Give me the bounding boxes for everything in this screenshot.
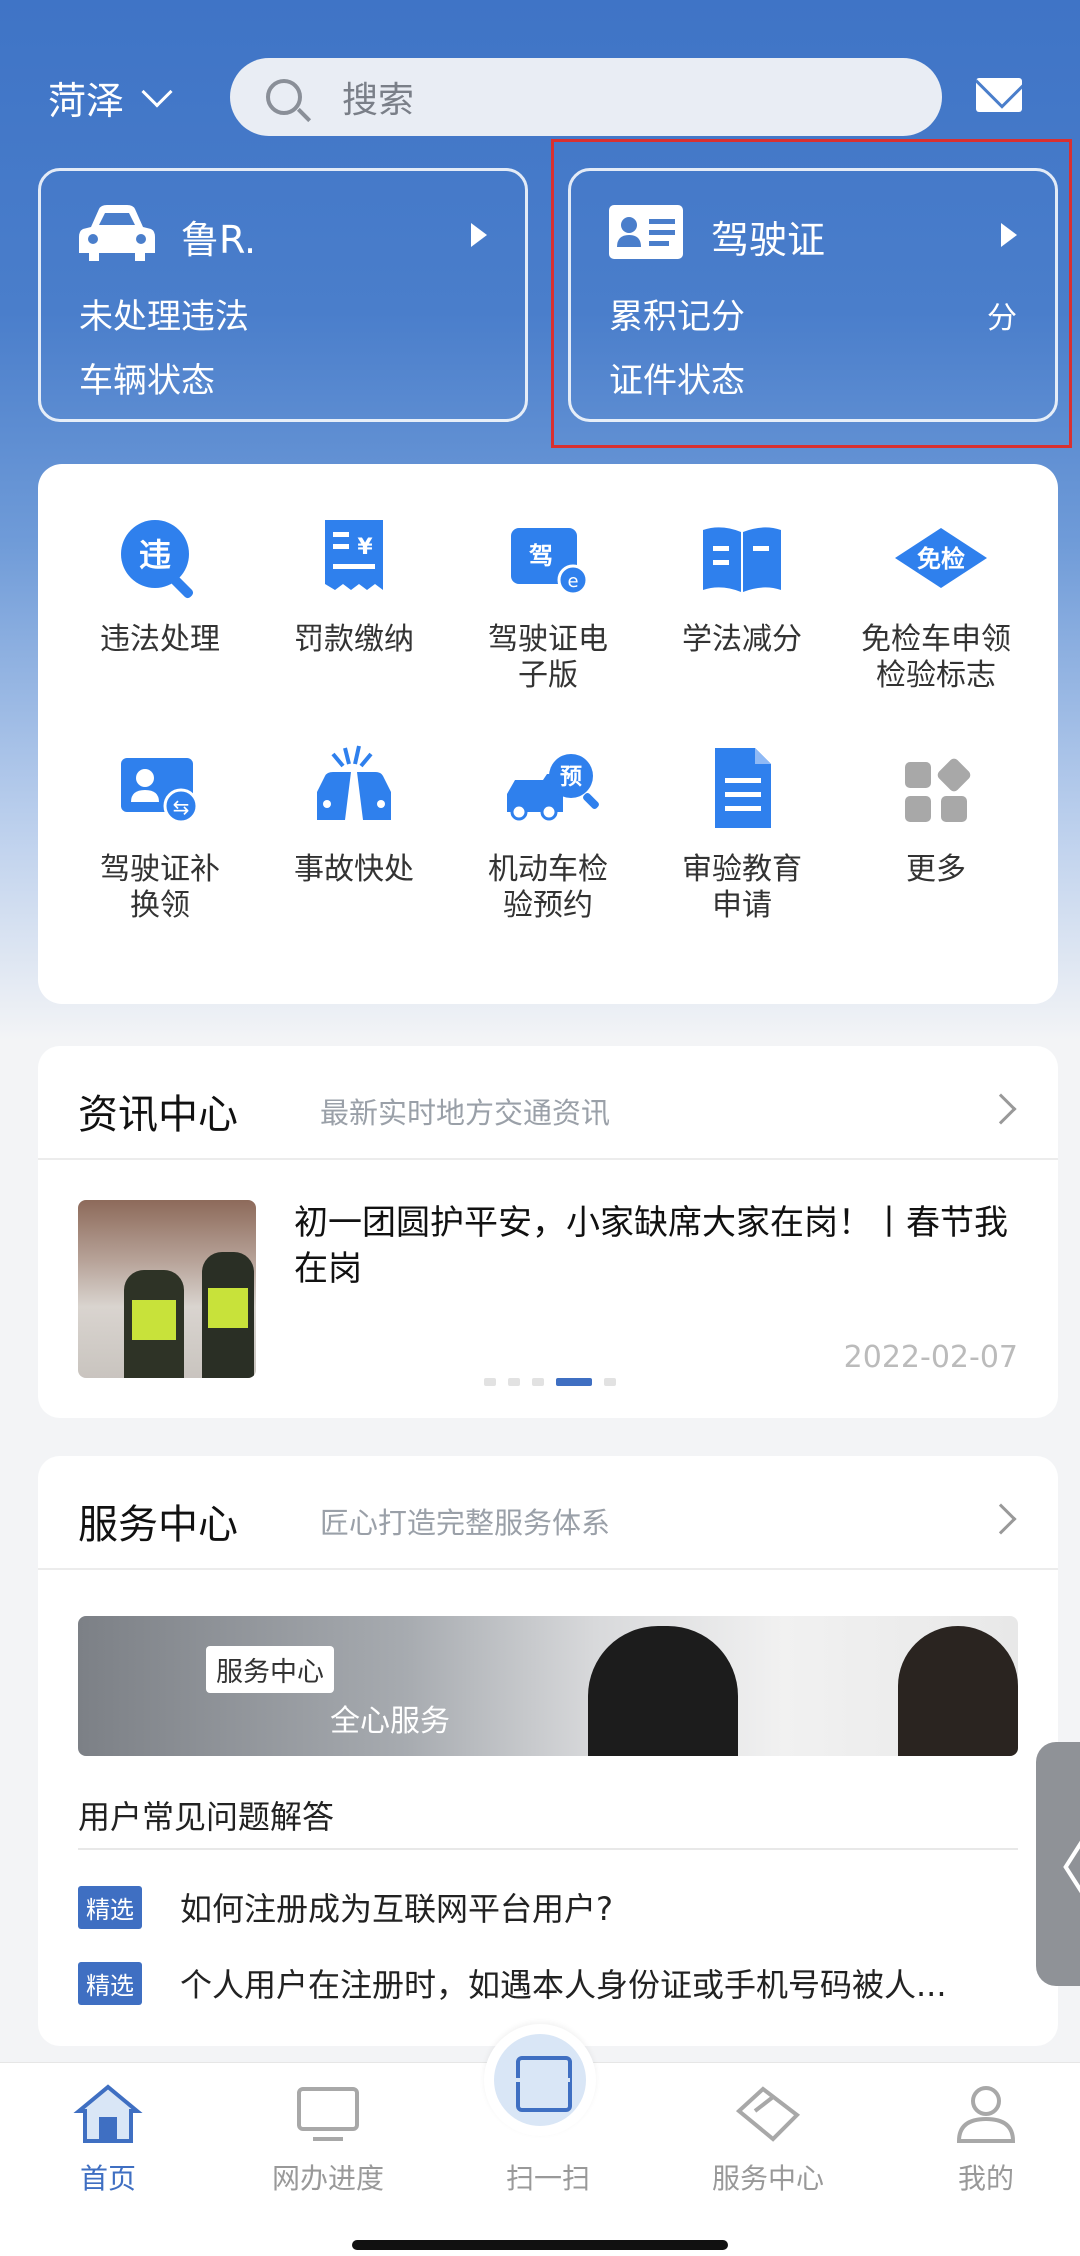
- news-panel: 资讯中心 最新实时地方交通资讯 初一团圆护平安，小家缺席大家在岗！丨春节我在岗 …: [38, 1046, 1058, 1418]
- nav-label: 首页: [79, 2162, 136, 2195]
- service-label: 驾驶证补换领: [100, 852, 220, 923]
- nav-progress[interactable]: 网办进度: [228, 2081, 428, 2197]
- user-icon: [951, 2081, 1021, 2147]
- nav-service[interactable]: 服务中心: [668, 2081, 868, 2197]
- service-e-license[interactable]: 驾 e 驾驶证电子版: [448, 514, 648, 694]
- featured-badge: 精选: [78, 1885, 142, 1929]
- news-date: 2022-02-07: [843, 1340, 1018, 1375]
- divider: [78, 1848, 1018, 1850]
- nav-label: 我的: [957, 2162, 1014, 2195]
- home-indicator: [352, 2240, 728, 2250]
- study-icon: [697, 514, 787, 604]
- svg-text:⇆: ⇆: [173, 795, 190, 819]
- service-label: 审验教育申请: [682, 852, 802, 923]
- chevron-left-icon: 〈: [1028, 1821, 1080, 1908]
- accident-icon: [309, 744, 399, 834]
- nav-label: 网办进度: [271, 2162, 384, 2195]
- inspection-icon: 预: [503, 744, 599, 834]
- svg-text:预: 预: [560, 765, 582, 790]
- nav-home[interactable]: 首页: [8, 2081, 208, 2197]
- news-thumbnail[interactable]: [78, 1200, 256, 1378]
- service-study[interactable]: 学法减分: [642, 514, 842, 658]
- monitor-icon: [293, 2081, 363, 2147]
- services-grid: 违 违法处理 ¥ 罚款缴纳 驾 e 驾驶证电子版 学法减分 免检 免检车申领检验…: [38, 464, 1058, 1004]
- service-fine[interactable]: ¥ 罚款缴纳: [254, 514, 454, 658]
- e-license-icon: 驾 e: [503, 514, 593, 604]
- divider: [38, 1158, 1058, 1160]
- service-more[interactable]: 更多: [836, 744, 1036, 888]
- faq-question: 如何注册成为互联网平台用户?: [180, 1890, 613, 1928]
- side-drawer-tab[interactable]: 〈: [1028, 1742, 1080, 1986]
- selection-highlight: [551, 139, 1072, 448]
- divider: [38, 1568, 1058, 1570]
- svg-text:违: 违: [139, 536, 171, 574]
- search-icon: [266, 79, 302, 115]
- service-label: 罚款缴纳: [294, 622, 414, 657]
- service-label: 违法处理: [100, 622, 220, 657]
- service-label: 学法减分: [682, 622, 802, 657]
- exempt-icon: 免检: [891, 514, 987, 604]
- service-center-panel: 服务中心 匠心打造完整服务体系 服务中心 全心服务 用户常见问题解答 精选 如何…: [38, 1456, 1058, 2046]
- news-headline[interactable]: 初一团圆护平安，小家缺席大家在岗！丨春节我在岗: [294, 1200, 1014, 1292]
- fine-icon: ¥: [309, 514, 399, 604]
- faq-item[interactable]: 精选 个人用户在注册时，如遇本人身份证或手机号码被人...: [78, 1960, 1018, 2006]
- faq-item[interactable]: 精选 如何注册成为互联网平台用户?: [78, 1884, 1018, 1930]
- vehicle-plate: 鲁R.: [181, 218, 257, 262]
- service-label: 更多: [906, 852, 966, 887]
- home-icon: [73, 2081, 143, 2147]
- chevron-right-icon[interactable]: [985, 1093, 1017, 1125]
- service-label: 事故快处: [294, 852, 414, 887]
- city-label: 菏泽: [48, 79, 125, 123]
- license-replace-icon: ⇆: [115, 744, 205, 834]
- service-license-replace[interactable]: ⇆ 驾驶证补换领: [60, 744, 260, 924]
- service-inspection[interactable]: 预 机动车检验预约: [448, 744, 648, 924]
- nav-label: 扫一扫: [505, 2162, 590, 2195]
- svg-text:¥: ¥: [357, 535, 373, 560]
- document-icon: [697, 744, 787, 834]
- faq-title: 用户常见问题解答: [78, 1798, 335, 1836]
- service-label: 驾驶证电子版: [488, 622, 608, 693]
- search-bar[interactable]: 搜索: [230, 58, 942, 136]
- carousel-dots: [484, 1378, 616, 1386]
- svg-text:驾: 驾: [529, 542, 553, 570]
- city-selector[interactable]: 菏泽: [48, 70, 173, 125]
- service-label: 机动车检验预约: [488, 852, 608, 923]
- mail-icon[interactable]: [976, 78, 1022, 112]
- service-violation[interactable]: 违 违法处理: [60, 514, 260, 658]
- chevron-down-icon: [141, 75, 173, 108]
- nav-label: 服务中心: [711, 2162, 824, 2195]
- service-center-title: 服务中心: [78, 1502, 238, 1548]
- featured-badge: 精选: [78, 1961, 142, 2005]
- vehicle-status-label: 车辆状态: [79, 361, 215, 401]
- service-education[interactable]: 审验教育申请: [642, 744, 842, 924]
- news-subtitle: 最新实时地方交通资讯: [320, 1096, 611, 1130]
- violation-icon: 违: [115, 514, 205, 604]
- svg-text:免检: 免检: [917, 545, 965, 573]
- car-icon: [77, 201, 157, 271]
- vehicle-card[interactable]: 鲁R. 未处理违法 车辆状态: [38, 168, 528, 422]
- search-placeholder: 搜索: [342, 80, 415, 121]
- banner-slogan: 全心服务: [330, 1704, 450, 1739]
- svg-text:e: e: [567, 571, 578, 592]
- more-icon: [891, 744, 981, 834]
- handshake-icon: [733, 2081, 803, 2147]
- arrow-right-icon: [471, 223, 487, 247]
- nav-mine[interactable]: 我的: [886, 2081, 1080, 2197]
- service-center-subtitle: 匠心打造完整服务体系: [320, 1506, 611, 1540]
- vehicle-violation-label: 未处理违法: [79, 297, 249, 337]
- chevron-right-icon[interactable]: [985, 1503, 1017, 1535]
- banner-tag: 服务中心: [206, 1646, 334, 1693]
- service-accident[interactable]: 事故快处: [254, 744, 454, 888]
- service-label: 免检车申领检验标志: [861, 622, 1011, 693]
- service-banner[interactable]: 服务中心 全心服务: [78, 1616, 1018, 1756]
- scan-icon: [494, 2034, 586, 2126]
- service-exempt[interactable]: 免检 免检车申领检验标志: [836, 514, 1036, 694]
- faq-question: 个人用户在注册时，如遇本人身份证或手机号码被人...: [180, 1966, 947, 2004]
- news-title: 资讯中心: [78, 1092, 238, 1138]
- scan-button[interactable]: [484, 2024, 596, 2136]
